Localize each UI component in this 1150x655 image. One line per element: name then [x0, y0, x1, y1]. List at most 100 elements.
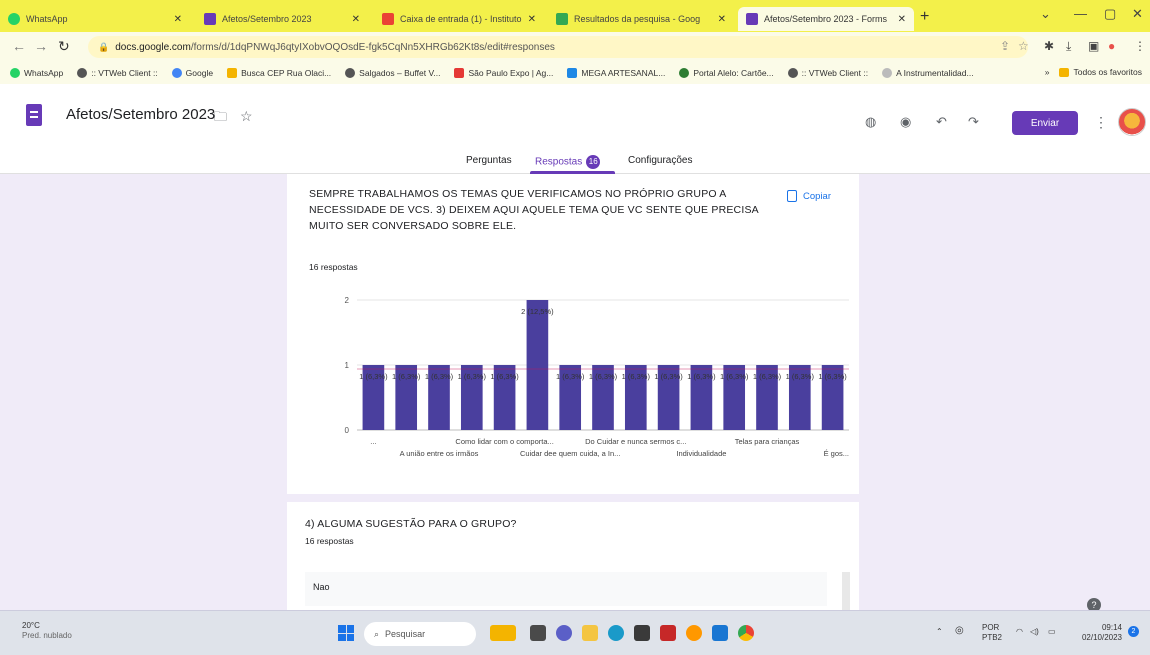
- bar-chart: 0121 (6,3%) 1 (6,3%) 1 (6,3%) 1 (6,3%) 1 (6,…: [345, 296, 849, 458]
- close-icon[interactable]: ✕: [898, 14, 906, 25]
- tab-inbox[interactable]: Caixa de entrada (1) - Instituto ✕: [374, 7, 544, 31]
- extensions-icon[interactable]: ✱: [1044, 39, 1054, 53]
- avatar[interactable]: [1118, 108, 1146, 136]
- sidepanel-icon[interactable]: ▣: [1088, 39, 1099, 53]
- bookmark-label: Google: [185, 68, 214, 78]
- bookmark-item[interactable]: :: VTWeb Client ::: [77, 68, 158, 78]
- bookmark-icon: [787, 68, 798, 78]
- bookmark-star-icon[interactable]: ☆: [1018, 39, 1029, 53]
- download-icon[interactable]: ⤓: [1066, 39, 1071, 54]
- palette-icon[interactable]: ◍: [865, 114, 876, 130]
- undo-icon[interactable]: ↶: [936, 114, 947, 130]
- app-icon[interactable]: [686, 625, 702, 641]
- chrome-icon[interactable]: [738, 625, 754, 641]
- volume-icon[interactable]: ◁): [1030, 627, 1039, 637]
- language-label: POR: [982, 623, 1000, 632]
- tab-label: Caixa de entrada (1) - Instituto: [400, 14, 522, 24]
- bookmark-item[interactable]: :: VTWeb Client ::: [787, 68, 868, 78]
- responses-scrollbar[interactable]: [842, 572, 850, 610]
- x-category-label: A união entre os irmãos: [400, 449, 479, 458]
- mcafee-icon[interactable]: [660, 625, 676, 641]
- windows-start-icon[interactable]: [338, 625, 354, 641]
- folder-icon: [227, 68, 238, 78]
- tab-label: Resultados da pesquisa - Goog: [574, 14, 701, 24]
- data-label: 2 (12,5%): [521, 307, 554, 316]
- y-tick-label: 1: [345, 361, 350, 370]
- bookmark-icon: [567, 68, 578, 78]
- store-icon[interactable]: [634, 625, 650, 641]
- send-button[interactable]: Enviar: [1012, 111, 1078, 135]
- file-explorer-icon[interactable]: [582, 625, 598, 641]
- close-icon[interactable]: ✕: [352, 14, 360, 25]
- clock[interactable]: 09:14 02/10/2023: [1070, 623, 1122, 643]
- tray-chevron-icon[interactable]: ⌃: [936, 627, 943, 637]
- forms-logo-icon[interactable]: [26, 104, 42, 126]
- bookmark-item[interactable]: Portal Alelo: Cartõe...: [679, 68, 774, 78]
- battery-icon[interactable]: ▭: [1048, 627, 1056, 637]
- data-label: 1 (6,3%): [753, 372, 782, 381]
- tab-whatsapp[interactable]: WhatsApp ✕: [0, 7, 190, 31]
- bookmark-item[interactable]: A Instrumentalidad...: [882, 68, 974, 78]
- redo-icon[interactable]: ↷: [968, 114, 979, 130]
- weather-widget[interactable]: 20°C Pred. nublado: [22, 621, 72, 641]
- tray-app-icon[interactable]: ◎: [955, 626, 964, 636]
- bookmark-item[interactable]: WhatsApp: [10, 68, 63, 78]
- close-icon[interactable]: ✕: [528, 14, 536, 25]
- maximize-icon[interactable]: ▢: [1104, 6, 1116, 22]
- bookmark-item[interactable]: MEGA ARTESANAL...: [567, 68, 665, 78]
- edge-icon[interactable]: [608, 625, 624, 641]
- back-icon[interactable]: ←: [12, 38, 26, 54]
- data-label: 1 (6,3%): [556, 372, 585, 381]
- menu-icon[interactable]: ⋮: [1134, 39, 1146, 53]
- bookmark-item[interactable]: Google: [171, 68, 214, 78]
- address-bar-row: ← → ↻ 🔒 docs.google.com /forms/d/1dqPNWq…: [0, 32, 1150, 62]
- bookmark-label: MEGA ARTESANAL...: [581, 68, 666, 78]
- tab-forms-active[interactable]: Afetos/Setembro 2023 - Forms ✕: [738, 7, 914, 31]
- forward-icon[interactable]: →: [34, 38, 48, 54]
- star-icon[interactable]: ☆: [240, 108, 253, 125]
- bookmark-item[interactable]: Busca CEP Rua Olaci...: [227, 68, 331, 78]
- bookmark-icon: [345, 68, 356, 78]
- url-input[interactable]: 🔒 docs.google.com /forms/d/1dqPNWqJ6qtyI…: [88, 36, 1028, 58]
- tab-responses-label: Respostas: [535, 156, 583, 168]
- folder-icon[interactable]: 🗀: [214, 108, 227, 130]
- tab-responses[interactable]: Respostas 16: [535, 155, 601, 169]
- language-indicator[interactable]: POR PTB2: [982, 623, 1002, 643]
- task-view-icon[interactable]: [530, 625, 546, 641]
- all-favorites[interactable]: » Todos os favoritos: [1045, 67, 1142, 77]
- data-label: 1 (6,3%): [687, 372, 716, 381]
- app-icon[interactable]: [712, 625, 728, 641]
- minimize-icon[interactable]: —: [1074, 6, 1087, 21]
- bookmark-item[interactable]: Salgados – Buffet V...: [345, 68, 440, 78]
- more-options-icon[interactable]: ⋮: [1094, 114, 1108, 131]
- data-label: 1 (6,3%): [458, 372, 487, 381]
- close-icon[interactable]: ✕: [174, 14, 182, 25]
- wifi-icon[interactable]: ◠: [1016, 627, 1023, 637]
- data-label: 1 (6,3%): [622, 372, 651, 381]
- share-icon[interactable]: ⇪: [1000, 39, 1010, 53]
- form-title[interactable]: Afetos/Setembro 2023: [66, 106, 215, 123]
- bookmark-label: Portal Alelo: Cartõe...: [693, 68, 774, 78]
- copy-chart-button[interactable]: Copiar: [787, 190, 831, 202]
- clock-date: 02/10/2023: [1081, 633, 1122, 642]
- tab-search-results[interactable]: Resultados da pesquisa - Goog ✕: [548, 7, 734, 31]
- bookmark-item[interactable]: São Paulo Expo | Ag...: [454, 68, 553, 78]
- tab-questions[interactable]: Perguntas: [466, 155, 512, 166]
- bookmarks-more[interactable]: »: [1045, 67, 1050, 77]
- taskbar-search-input[interactable]: ⌕ Pesquisar: [364, 622, 476, 646]
- search-icon: ⌕: [374, 628, 380, 639]
- tab-label: Afetos/Setembro 2023: [222, 14, 312, 24]
- close-window-icon[interactable]: ✕: [1132, 6, 1143, 22]
- tab-afetos[interactable]: Afetos/Setembro 2023 ✕: [196, 7, 368, 31]
- close-icon[interactable]: ✕: [718, 14, 726, 25]
- new-tab-icon[interactable]: +: [920, 8, 929, 26]
- x-category-label: Cuidar dee quem cuida, a In...: [520, 449, 620, 458]
- preview-eye-icon[interactable]: ◉: [900, 114, 911, 130]
- profile-icon[interactable]: ●: [1108, 39, 1115, 53]
- widgets-icon[interactable]: [490, 625, 516, 641]
- tab-settings[interactable]: Configurações: [628, 155, 692, 166]
- chat-icon[interactable]: [556, 625, 572, 641]
- notification-icon[interactable]: 2: [1128, 626, 1139, 637]
- chevron-down-icon[interactable]: ⌄: [1040, 6, 1051, 22]
- reload-icon[interactable]: ↻: [58, 38, 70, 55]
